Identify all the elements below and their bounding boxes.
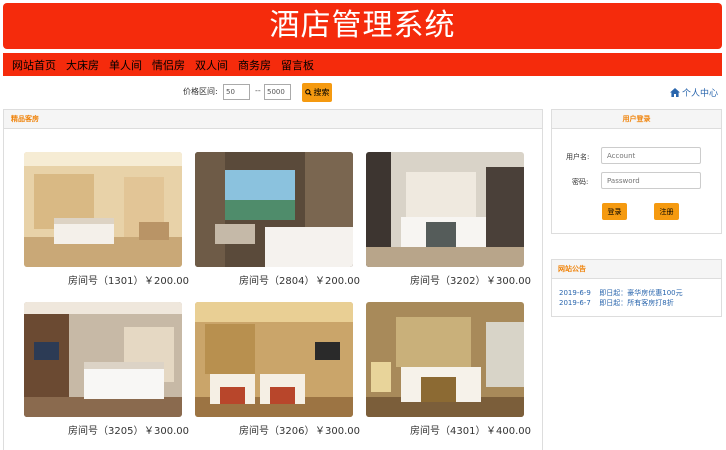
room-price: ￥200.00 — [315, 276, 360, 287]
room-card[interactable]: 房间号（3205） ￥300.00 — [24, 302, 189, 437]
notice-text: 即日起：所有客房打8折 — [599, 299, 674, 307]
home-icon — [669, 88, 680, 97]
room-price: ￥400.00 — [486, 426, 531, 437]
username-label: 用户名: — [566, 153, 590, 161]
password-input[interactable] — [601, 172, 701, 189]
room-card[interactable]: 房间号（4301） ￥400.00 — [366, 302, 531, 437]
price-separator: -- — [255, 86, 261, 95]
notice-date: 2019-6-9 — [559, 289, 591, 297]
password-label: 密码: — [572, 178, 589, 186]
nav-item-twin-room[interactable]: 双人间 — [195, 57, 228, 73]
max-price-input[interactable] — [264, 84, 291, 100]
login-button[interactable]: 登录 — [602, 203, 627, 220]
featured-rooms-panel: 精品客房 房间号（1301） ￥200.00 房间号（2804） ￥200.00… — [3, 109, 543, 450]
price-search-bar: 价格区间: -- 搜索 个人中心 — [0, 82, 726, 102]
search-button-label: 搜索 — [313, 88, 330, 97]
nav-item-king-room[interactable]: 大床房 — [66, 57, 99, 73]
nav-item-couple-room[interactable]: 情侣房 — [152, 57, 185, 73]
price-range-label: 价格区间: — [183, 87, 218, 96]
notice-text: 即日起：豪华房优惠100元 — [599, 289, 683, 297]
site-header: 酒店管理系统 — [3, 3, 722, 49]
room-photo[interactable] — [195, 152, 353, 267]
search-icon — [304, 89, 312, 96]
site-notice-panel: 网站公告 2019-6-9 即日起：豪华房优惠100元 2019-6-7 即日起… — [551, 259, 722, 317]
site-title: 酒店管理系统 — [269, 8, 456, 43]
room-price: ￥300.00 — [315, 426, 360, 437]
room-card[interactable]: 房间号（1301） ￥200.00 — [24, 152, 189, 287]
room-photo[interactable] — [24, 152, 182, 267]
room-number: 房间号（4301） — [410, 426, 486, 437]
register-button[interactable]: 注册 — [654, 203, 679, 220]
nav-item-home[interactable]: 网站首页 — [12, 57, 56, 73]
notice-item[interactable]: 2019-6-9 即日起：豪华房优惠100元 — [559, 288, 683, 298]
search-button[interactable]: 搜索 — [302, 83, 332, 102]
nav-item-message-board[interactable]: 留言板 — [281, 57, 314, 73]
room-number: 房间号（3202） — [410, 276, 486, 287]
username-input[interactable] — [601, 147, 701, 164]
room-photo[interactable] — [366, 152, 524, 267]
room-card[interactable]: 房间号（3206） ￥300.00 — [195, 302, 360, 437]
room-photo[interactable] — [195, 302, 353, 417]
room-photo[interactable] — [366, 302, 524, 417]
room-card[interactable]: 房间号（2804） ￥200.00 — [195, 152, 360, 287]
room-price: ￥200.00 — [144, 276, 189, 287]
notice-item[interactable]: 2019-6-7 即日起：所有客房打8折 — [559, 298, 674, 308]
main-nav: 网站首页 大床房 单人间 情侣房 双人间 商务房 留言板 — [3, 53, 722, 76]
site-notice-title: 网站公告 — [552, 260, 721, 279]
user-login-panel: 用户登录 用户名: 密码: 登录 注册 — [551, 109, 722, 234]
room-card[interactable]: 房间号（3202） ￥300.00 — [366, 152, 531, 287]
room-number: 房间号（1301） — [68, 276, 144, 287]
room-price: ￥300.00 — [486, 276, 531, 287]
user-login-title: 用户登录 — [552, 110, 721, 129]
room-price: ￥300.00 — [144, 426, 189, 437]
min-price-input[interactable] — [223, 84, 250, 100]
room-number: 房间号（2804） — [239, 276, 315, 287]
room-photo[interactable] — [24, 302, 182, 417]
room-number: 房间号（3206） — [239, 426, 315, 437]
user-center-label: 个人中心 — [681, 89, 718, 99]
nav-item-single-room[interactable]: 单人间 — [109, 57, 142, 73]
room-number: 房间号（3205） — [68, 426, 144, 437]
user-center-link[interactable]: 个人中心 — [669, 86, 718, 99]
nav-item-business-room[interactable]: 商务房 — [238, 57, 271, 73]
notice-date: 2019-6-7 — [559, 299, 591, 307]
featured-rooms-title: 精品客房 — [4, 110, 542, 129]
